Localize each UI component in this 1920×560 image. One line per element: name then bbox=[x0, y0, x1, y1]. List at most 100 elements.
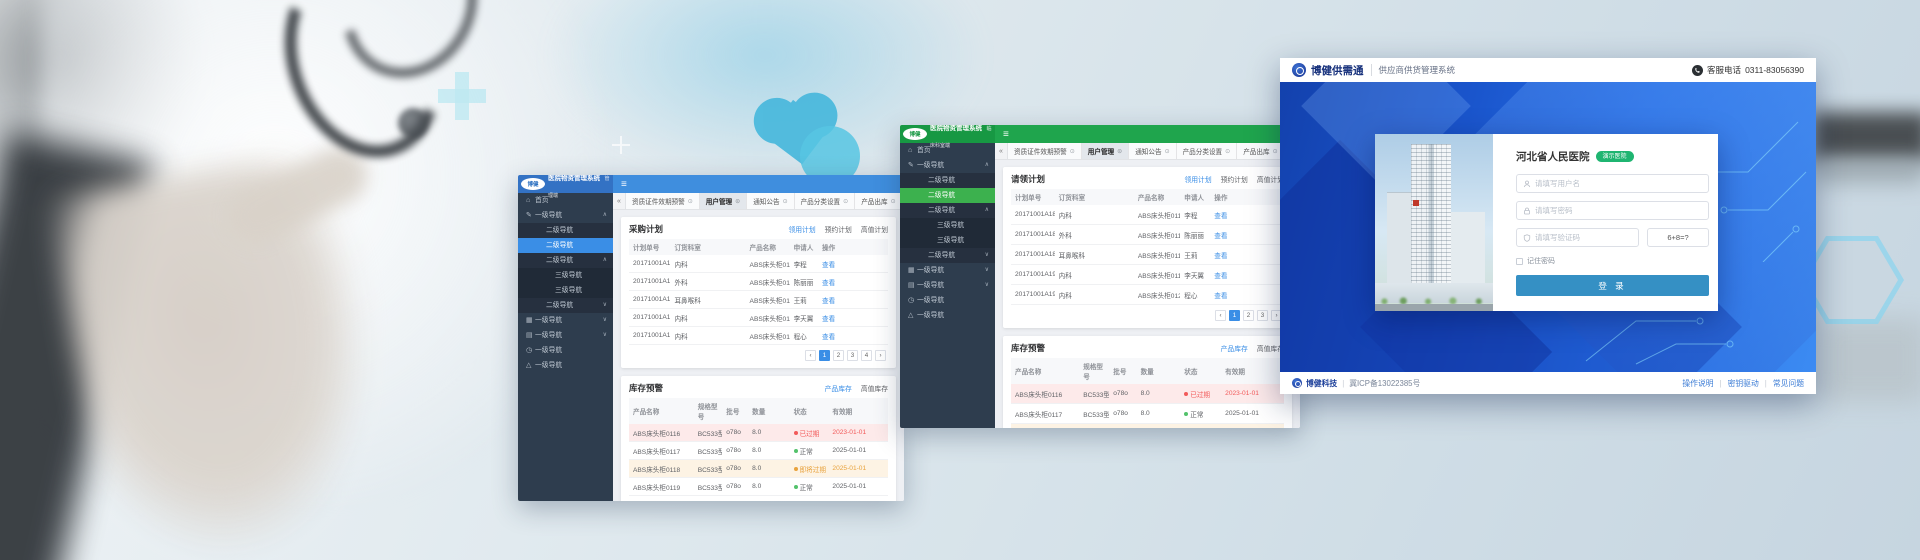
captcha-input[interactable] bbox=[1535, 233, 1632, 242]
tab[interactable]: 用户管理 ⊙ bbox=[1082, 143, 1129, 159]
captcha-question[interactable]: 6+8=? bbox=[1647, 228, 1709, 247]
password-input[interactable] bbox=[1535, 206, 1702, 215]
tab-close-icon[interactable]: ⊙ bbox=[1070, 148, 1075, 155]
sidebar-item[interactable]: 二级导航∧ bbox=[900, 203, 995, 218]
page-button[interactable]: ‹ bbox=[1215, 310, 1226, 321]
tab-close-icon[interactable]: ⊙ bbox=[735, 198, 740, 205]
view-link[interactable]: 查看 bbox=[1214, 253, 1227, 260]
sidebar-item-icon: △ bbox=[908, 308, 917, 323]
plan-link[interactable]: 领用计划 bbox=[788, 224, 815, 234]
view-link[interactable]: 查看 bbox=[1214, 233, 1227, 240]
footer-link[interactable]: 常见问题 bbox=[1759, 378, 1804, 389]
tab[interactable]: 产品出库 ⊙ bbox=[1237, 143, 1284, 159]
tab-label: 用户管理 bbox=[706, 196, 732, 206]
sidebar-item[interactable]: 三级导航 bbox=[900, 218, 995, 233]
page-button[interactable]: › bbox=[875, 350, 886, 361]
sidebar-item[interactable]: ▦一级导航∨ bbox=[518, 313, 613, 328]
stock-link[interactable]: 高值库存 bbox=[861, 383, 888, 393]
tab[interactable]: 用户管理 ⊙ bbox=[700, 193, 747, 209]
tab-close-icon[interactable]: ⊙ bbox=[1165, 148, 1170, 155]
sidebar-item[interactable]: △一级导航 bbox=[900, 308, 995, 323]
table-row: ABS床头柜0119BC533型 5孔 右 o78o8.0 正常 2025-01… bbox=[629, 478, 888, 496]
view-link[interactable]: 查看 bbox=[822, 262, 835, 269]
tab-close-icon[interactable]: ⊙ bbox=[891, 198, 896, 205]
sidebar-item[interactable]: ▤一级导航∨ bbox=[900, 278, 995, 293]
sidebar-item[interactable]: 二级导航 bbox=[900, 173, 995, 188]
view-link[interactable]: 查看 bbox=[1214, 213, 1227, 220]
sidebar-item[interactable]: ▤一级导航∨ bbox=[518, 328, 613, 343]
sidebar-item[interactable]: △一级导航 bbox=[518, 358, 613, 373]
sidebar-item[interactable]: ⌂首页 bbox=[518, 193, 613, 208]
menu-icon[interactable]: ≡ bbox=[1003, 129, 1009, 140]
stock-link[interactable]: 产品库存 bbox=[1221, 343, 1248, 353]
plan-link[interactable]: 预约计划 bbox=[1221, 174, 1248, 184]
sidebar-item[interactable]: ✎一级导航∧ bbox=[518, 208, 613, 223]
view-link[interactable]: 查看 bbox=[822, 280, 835, 287]
sidebar-item[interactable]: 三级导航 bbox=[518, 268, 613, 283]
sidebar-item[interactable]: 二级导航∧ bbox=[518, 253, 613, 268]
tab-close-icon[interactable]: ⊙ bbox=[843, 198, 848, 205]
username-input[interactable] bbox=[1535, 179, 1702, 188]
page-button[interactable]: 2 bbox=[1243, 310, 1254, 321]
tab-close-icon[interactable]: ⊙ bbox=[1117, 148, 1122, 155]
login-button[interactable]: 登 录 bbox=[1516, 275, 1709, 296]
sidebar-item[interactable]: 二级导航∨ bbox=[518, 298, 613, 313]
page-button[interactable]: 1 bbox=[1229, 310, 1240, 321]
page-button[interactable]: 2 bbox=[833, 350, 844, 361]
expiry-date: 2025-01-01 bbox=[832, 483, 866, 490]
app-name: 医院物资管理系统 bbox=[930, 125, 982, 132]
view-link[interactable]: 查看 bbox=[1214, 273, 1227, 280]
sidebar-item[interactable]: ⌂首页 bbox=[900, 143, 995, 158]
sidebar-item[interactable]: ◷一级导航 bbox=[518, 343, 613, 358]
remember-checkbox[interactable] bbox=[1516, 258, 1523, 265]
plan-link[interactable]: 预约计划 bbox=[825, 224, 852, 234]
sidebar-item-label: 一级导航 bbox=[917, 267, 944, 274]
page-button[interactable]: ‹ bbox=[805, 350, 816, 361]
status-dot-icon bbox=[794, 431, 798, 435]
column-header: 产品名称 bbox=[629, 398, 694, 424]
stock-link[interactable]: 产品库存 bbox=[825, 383, 852, 393]
sidebar-item[interactable]: 三级导航 bbox=[518, 283, 613, 298]
view-link[interactable]: 查看 bbox=[822, 316, 835, 323]
plan-link[interactable]: 高值计划 bbox=[861, 224, 888, 234]
page-button[interactable]: 4 bbox=[861, 350, 872, 361]
sidebar-item[interactable]: ✎一级导航∧ bbox=[900, 158, 995, 173]
page-button[interactable]: 1 bbox=[819, 350, 830, 361]
view-link[interactable]: 查看 bbox=[1214, 293, 1227, 300]
tab[interactable]: 通知公告 ⊙ bbox=[747, 193, 794, 209]
clinic-logo-area: 博健 医院物资管理系统 临床科室端 bbox=[900, 125, 995, 143]
table-row: ABS床头柜0118BC533型 5孔 右 o78o8.0 即将过期 2025-… bbox=[629, 460, 888, 478]
expiry-date: 2023-01-01 bbox=[832, 429, 866, 436]
sidebar-item[interactable]: 二级导航 bbox=[518, 238, 613, 253]
tab-close-icon[interactable]: ⊙ bbox=[1225, 148, 1230, 155]
tab-close-icon[interactable]: ⊙ bbox=[688, 198, 693, 205]
footer-link[interactable]: 操作说明 bbox=[1682, 378, 1713, 389]
collapse-tabs-icon[interactable]: « bbox=[995, 143, 1008, 159]
view-link[interactable]: 查看 bbox=[822, 334, 835, 341]
tab[interactable]: 资质证件效期预警 ⊙ bbox=[626, 193, 700, 209]
footer-link[interactable]: 密钥驱动 bbox=[1714, 378, 1759, 389]
sidebar-item[interactable]: 二级导航∨ bbox=[900, 248, 995, 263]
page-button[interactable]: 3 bbox=[847, 350, 858, 361]
tab[interactable]: 通知公告 ⊙ bbox=[1129, 143, 1176, 159]
sidebar-item[interactable]: 二级导航 bbox=[900, 188, 995, 203]
tab[interactable]: 产品分类设置 ⊙ bbox=[1177, 143, 1238, 159]
card-title: 请领计划 bbox=[1011, 173, 1045, 185]
sidebar-item[interactable]: 三级导航 bbox=[900, 233, 995, 248]
tab[interactable]: 产品分类设置 ⊙ bbox=[795, 193, 856, 209]
tab-close-icon[interactable]: ⊙ bbox=[1273, 148, 1278, 155]
sidebar-item[interactable]: ◷一级导航 bbox=[900, 293, 995, 308]
sidebar-item[interactable]: ▦一级导航∨ bbox=[900, 263, 995, 278]
plan-link[interactable]: 领用计划 bbox=[1184, 174, 1211, 184]
remember-password[interactable]: 记住密码 bbox=[1516, 256, 1709, 266]
tab-close-icon[interactable]: ⊙ bbox=[783, 198, 788, 205]
sidebar-item[interactable]: 二级导航 bbox=[518, 223, 613, 238]
tab[interactable]: 资质证件效期预警 ⊙ bbox=[1008, 143, 1082, 159]
chevron-icon: ∧ bbox=[985, 203, 989, 218]
menu-icon[interactable]: ≡ bbox=[621, 179, 627, 190]
collapse-tabs-icon[interactable]: « bbox=[613, 193, 626, 209]
sidebar-item-label: 一级导航 bbox=[917, 282, 944, 289]
tab[interactable]: 产品出库 ⊙ bbox=[855, 193, 902, 209]
page-button[interactable]: 3 bbox=[1257, 310, 1268, 321]
view-link[interactable]: 查看 bbox=[822, 298, 835, 305]
